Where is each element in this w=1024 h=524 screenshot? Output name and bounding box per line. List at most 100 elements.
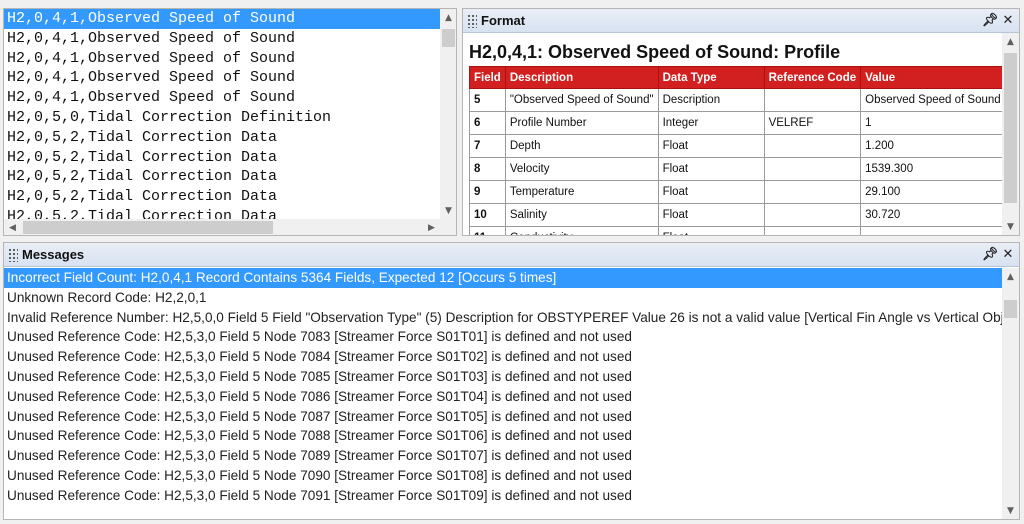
messages-list[interactable]: Incorrect Field Count: H2,0,4,1 Record C… bbox=[4, 268, 1002, 518]
cell-value: Observed Speed of Sound bbox=[860, 88, 1006, 112]
message-line[interactable]: Unknown Record Code: H2,2,0,1 bbox=[4, 288, 1002, 308]
record-line[interactable]: H2,0,5,2,Tidal Correction Data bbox=[4, 128, 440, 148]
chevron-right-icon[interactable]: ▶ bbox=[423, 219, 440, 235]
table-row[interactable]: 6 Profile Number Integer VELREF 1 bbox=[469, 111, 1006, 135]
grip-icon[interactable] bbox=[467, 13, 477, 28]
cell-description: Depth bbox=[504, 134, 659, 158]
cell-data-type: Float bbox=[657, 157, 765, 181]
cell-field: 11 bbox=[469, 226, 506, 235]
record-line[interactable]: H2,0,5,0,Tidal Correction Definition bbox=[4, 108, 440, 128]
cell-data-type: Description bbox=[657, 88, 765, 112]
field-table-header-row: Field Description Data Type Reference Code V… bbox=[469, 66, 1006, 89]
records-pane: H2,0,4,1,Observed Speed of Sound H2,0,4,1… bbox=[3, 8, 457, 236]
records-vscroll-thumb[interactable] bbox=[442, 29, 455, 47]
close-icon[interactable]: ✕ bbox=[1000, 12, 1016, 28]
cell-reference-code bbox=[763, 134, 862, 158]
table-row[interactable]: 7 Depth Float 1.200 bbox=[469, 134, 1006, 158]
column-header[interactable]: Data Type bbox=[657, 66, 765, 89]
messages-vertical-scrollbar[interactable]: ▲ ▼ bbox=[1002, 268, 1019, 519]
chevron-up-icon[interactable]: ▲ bbox=[1002, 33, 1019, 50]
format-pane: Format 📌︎ ✕ H2,0,4,1: Observed Speed of … bbox=[462, 8, 1020, 236]
column-header[interactable]: Reference Code bbox=[763, 66, 862, 89]
message-line[interactable]: Unused Reference Code: H2,5,3,0 Field 5 … bbox=[4, 347, 1002, 367]
pin-icon[interactable]: 📌︎ bbox=[982, 12, 999, 28]
cell-reference-code bbox=[763, 157, 862, 181]
record-format-title: H2,0,4,1: Observed Speed of Sound: Profi… bbox=[469, 42, 841, 62]
record-line[interactable]: H2,0,5,2,Tidal Correction Data bbox=[4, 167, 440, 187]
cell-field: 7 bbox=[469, 134, 506, 158]
cell-description: "Observed Speed of Sound" bbox=[504, 88, 659, 112]
message-line[interactable]: Unused Reference Code: H2,5,3,0 Field 5 … bbox=[4, 426, 1002, 446]
cell-reference-code bbox=[763, 88, 862, 112]
grip-icon[interactable] bbox=[8, 247, 18, 262]
table-row[interactable]: 10 Salinity Float 30.720 bbox=[469, 203, 1006, 227]
cell-description: Profile Number bbox=[504, 111, 659, 135]
message-line[interactable]: Unused Reference Code: H2,5,3,0 Field 5 … bbox=[4, 466, 1002, 486]
message-line[interactable]: Unused Reference Code: H2,5,3,0 Field 5 … bbox=[4, 387, 1002, 407]
messages-vscroll-thumb[interactable] bbox=[1004, 300, 1017, 318]
app-window: H2,0,4,1,Observed Speed of Sound H2,0,4,1… bbox=[0, 0, 1024, 524]
cell-field: 8 bbox=[469, 157, 506, 181]
cell-reference-code bbox=[763, 203, 862, 227]
cell-data-type: Float bbox=[657, 180, 765, 204]
table-row[interactable]: 11ConductivityFloat bbox=[469, 226, 1006, 235]
cell-data-type: Integer bbox=[657, 111, 765, 135]
message-line[interactable]: Incorrect Field Count: H2,0,4,1 Record C… bbox=[4, 268, 1002, 288]
table-row[interactable]: 9 Temperature Float 29.100 bbox=[469, 180, 1006, 204]
cell-value: 29.100 bbox=[860, 180, 1006, 204]
record-line[interactable]: H2,0,4,1,Observed Speed of Sound bbox=[4, 9, 440, 29]
cell-field: 6 bbox=[469, 111, 506, 135]
format-pane-title: Format bbox=[481, 13, 526, 28]
messages-pane-header[interactable]: Messages 📌︎ ✕ bbox=[4, 243, 1019, 267]
chevron-down-icon[interactable]: ▼ bbox=[440, 202, 456, 219]
cell-description: Conductivity bbox=[504, 226, 659, 235]
cell-value: 1539.300 bbox=[860, 157, 1006, 181]
record-line[interactable]: H2,0,4,1,Observed Speed of Sound bbox=[4, 88, 440, 108]
message-line[interactable]: Invalid Reference Number: H2,5,0,0 Field… bbox=[4, 308, 1002, 328]
chevron-left-icon[interactable]: ◀ bbox=[4, 219, 21, 235]
close-icon[interactable]: ✕ bbox=[1000, 246, 1016, 262]
message-line[interactable]: Unused Reference Code: H2,5,3,0 Field 5 … bbox=[4, 446, 1002, 466]
cell-value bbox=[860, 226, 1006, 235]
records-horizontal-scrollbar[interactable]: ◀ ▶ bbox=[4, 219, 440, 235]
chevron-up-icon[interactable]: ▲ bbox=[440, 9, 456, 26]
message-line[interactable]: Unused Reference Code: H2,5,3,0 Field 5 … bbox=[4, 327, 1002, 347]
records-hscroll-thumb[interactable] bbox=[23, 221, 273, 234]
pin-icon[interactable]: 📌︎ bbox=[982, 246, 999, 262]
cell-data-type: Float bbox=[657, 134, 765, 158]
messages-pane-title: Messages bbox=[22, 247, 85, 262]
cell-description: Salinity bbox=[504, 203, 659, 227]
column-header[interactable]: Field bbox=[469, 66, 506, 89]
record-line[interactable]: H2,0,5,2,Tidal Correction Data bbox=[4, 207, 440, 219]
message-line[interactable]: Unused Reference Code: H2,5,3,0 Field 5 … bbox=[4, 486, 1002, 506]
cell-data-type: Float bbox=[657, 203, 765, 227]
records-list[interactable]: H2,0,4,1,Observed Speed of Sound H2,0,4,1… bbox=[4, 9, 440, 219]
record-line[interactable]: H2,0,4,1,Observed Speed of Sound bbox=[4, 49, 440, 69]
column-header[interactable]: Value bbox=[860, 66, 1006, 89]
chevron-down-icon[interactable]: ▼ bbox=[1002, 502, 1019, 519]
message-line[interactable]: Unused Reference Code: H2,5,3,0 Field 5 … bbox=[4, 367, 1002, 387]
chevron-up-icon[interactable]: ▲ bbox=[1002, 268, 1019, 285]
cell-value: 30.720 bbox=[860, 203, 1006, 227]
chevron-down-icon[interactable]: ▼ bbox=[1002, 218, 1019, 235]
record-line[interactable]: H2,0,4,1,Observed Speed of Sound bbox=[4, 68, 440, 88]
record-line[interactable]: H2,0,5,2,Tidal Correction Data bbox=[4, 187, 440, 207]
message-line[interactable]: Unused Reference Code: H2,5,3,0 Field 5 … bbox=[4, 407, 1002, 427]
format-pane-header[interactable]: Format 📌︎ ✕ bbox=[463, 9, 1019, 33]
format-vscroll-thumb[interactable] bbox=[1004, 53, 1017, 203]
cell-field: 9 bbox=[469, 180, 506, 204]
cell-data-type: Float bbox=[657, 226, 765, 235]
scroll-corner bbox=[440, 219, 456, 235]
column-header[interactable]: Description bbox=[504, 66, 659, 89]
record-line[interactable]: H2,0,5,2,Tidal Correction Data bbox=[4, 148, 440, 168]
cell-description: Velocity bbox=[504, 157, 659, 181]
cell-value: 1 bbox=[860, 111, 1006, 135]
cell-description: Temperature bbox=[504, 180, 659, 204]
cell-reference-code bbox=[763, 180, 862, 204]
table-row[interactable]: 8 Velocity Float 1539.300 bbox=[469, 157, 1006, 181]
records-vertical-scrollbar[interactable]: ▲ ▼ bbox=[440, 9, 456, 219]
table-row[interactable]: 5 "Observed Speed of Sound" Description Obs… bbox=[469, 88, 1006, 112]
record-line[interactable]: H2,0,4,1,Observed Speed of Sound bbox=[4, 29, 440, 49]
field-table-body: 5 "Observed Speed of Sound" Description Obs… bbox=[469, 88, 1006, 235]
format-vertical-scrollbar[interactable]: ▲ ▼ bbox=[1002, 33, 1019, 235]
